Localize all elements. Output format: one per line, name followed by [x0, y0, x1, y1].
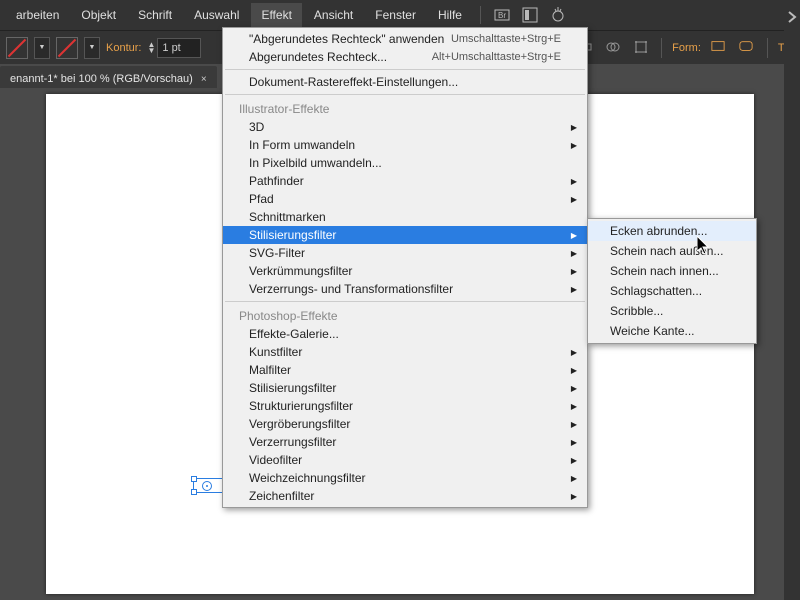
dd-section-photoshop: Photoshop-Effekte — [223, 305, 587, 325]
stroke-weight-input[interactable] — [157, 38, 201, 58]
dd-label: Vergröberungsfilter — [249, 417, 350, 431]
stroke-swatch[interactable] — [56, 37, 78, 59]
sel-handle-sw[interactable] — [191, 489, 197, 495]
dd-label: Verzerrungs- und Transformationsfilter — [249, 282, 453, 296]
dd-label: "Abgerundetes Rechteck" anwenden — [249, 32, 444, 46]
menu-arbeiten[interactable]: arbeiten — [6, 3, 69, 27]
menu-hilfe[interactable]: Hilfe — [428, 3, 472, 27]
dd-label: Abgerundetes Rechteck... — [249, 50, 387, 64]
dd-ill-item-8[interactable]: Verkrümmungsfilter — [223, 262, 587, 280]
dd-ps-item-0[interactable]: Effekte-Galerie... — [223, 325, 587, 343]
dd-section-illustrator: Illustrator-Effekte — [223, 98, 587, 118]
stroke-weight-stepper[interactable]: ▲▼ — [147, 38, 201, 58]
dd-label: Pfad — [249, 192, 274, 206]
dd-ill-item-4[interactable]: Pfad — [223, 190, 587, 208]
dd-ps-item-8[interactable]: Weichzeichnungsfilter — [223, 469, 587, 487]
menu-auswahl[interactable]: Auswahl — [184, 3, 249, 27]
stroke-dropdown[interactable]: ▼ — [84, 37, 100, 59]
dd-apply-last[interactable]: "Abgerundetes Rechteck" anwenden Umschal… — [223, 30, 587, 48]
dd-ps-item-7[interactable]: Videofilter — [223, 451, 587, 469]
dd-ill-item-9[interactable]: Verzerrungs- und Transformationsfilter — [223, 280, 587, 298]
stilisierung-submenu: Ecken abrunden...Schein nach außen...Sch… — [587, 218, 757, 344]
dd-label: Schnittmarken — [249, 210, 326, 224]
dd-label: Videofilter — [249, 453, 302, 467]
dd-label: SVG-Filter — [249, 246, 305, 260]
menu-objekt[interactable]: Objekt — [71, 3, 126, 27]
submenu-item-1[interactable]: Schein nach außen... — [588, 241, 756, 261]
bridge-icon[interactable]: Br — [493, 6, 511, 24]
dd-label: Strukturierungsfilter — [249, 399, 353, 413]
menu-ansicht[interactable]: Ansicht — [304, 3, 363, 27]
dd-ps-item-1[interactable]: Kunstfilter — [223, 343, 587, 361]
arrange-docs-icon[interactable] — [521, 6, 539, 24]
submenu-item-4[interactable]: Scribble... — [588, 301, 756, 321]
dd-separator — [225, 301, 585, 302]
dd-ill-item-0[interactable]: 3D — [223, 118, 587, 136]
panel-toggle-icon[interactable] — [785, 10, 799, 24]
dd-label: Effekte-Galerie... — [249, 327, 339, 341]
close-tab-icon[interactable]: × — [201, 74, 207, 85]
dd-label: In Pixelbild umwandeln... — [249, 156, 382, 170]
tab-title: enannt-1* bei 100 % (RGB/Vorschau) — [10, 73, 193, 85]
menubar-separator — [480, 6, 481, 24]
shape-mode-icon[interactable] — [605, 39, 623, 57]
menu-schrift[interactable]: Schrift — [128, 3, 182, 27]
fill-dropdown[interactable]: ▼ — [34, 37, 50, 59]
shape-rect-icon[interactable] — [711, 39, 729, 57]
submenu-item-2[interactable]: Schein nach innen... — [588, 261, 756, 281]
dd-ill-item-6[interactable]: Stilisierungsfilter — [223, 226, 587, 244]
kontur-label: Kontur: — [106, 42, 141, 54]
dd-ps-item-5[interactable]: Vergröberungsfilter — [223, 415, 587, 433]
dd-last-effect[interactable]: Abgerundetes Rechteck... Alt+Umschalttas… — [223, 48, 587, 66]
dd-doc-raster[interactable]: Dokument-Rastereffekt-Einstellungen... — [223, 73, 587, 91]
dd-label: Dokument-Rastereffekt-Einstellungen... — [249, 75, 458, 89]
dd-ill-item-1[interactable]: In Form umwandeln — [223, 136, 587, 154]
dd-ps-item-2[interactable]: Malfilter — [223, 361, 587, 379]
dd-label: Kunstfilter — [249, 345, 302, 359]
dd-ill-item-3[interactable]: Pathfinder — [223, 172, 587, 190]
menubar: arbeiten Objekt Schrift Auswahl Effekt A… — [0, 0, 800, 30]
menu-effekt[interactable]: Effekt — [251, 3, 301, 27]
dd-separator — [225, 94, 585, 95]
sel-center-left — [202, 481, 212, 491]
svg-text:Br: Br — [498, 11, 506, 20]
gpu-icon[interactable] — [549, 6, 567, 24]
dd-separator — [225, 69, 585, 70]
fill-swatch[interactable] — [6, 37, 28, 59]
submenu-item-0[interactable]: Ecken abrunden... — [588, 221, 756, 241]
dd-label: In Form umwandeln — [249, 138, 355, 152]
dd-label: Verkrümmungsfilter — [249, 264, 352, 278]
dd-label: 3D — [249, 120, 264, 134]
effekt-dropdown: "Abgerundetes Rechteck" anwenden Umschal… — [222, 27, 588, 508]
dd-label: Stilisierungsfilter — [249, 381, 336, 395]
menu-fenster[interactable]: Fenster — [365, 3, 426, 27]
dd-label: Malfilter — [249, 363, 291, 377]
form-label: Form: — [672, 42, 701, 54]
dd-label: Verzerrungsfilter — [249, 435, 336, 449]
dd-ill-item-7[interactable]: SVG-Filter — [223, 244, 587, 262]
dd-ps-item-4[interactable]: Strukturierungsfilter — [223, 397, 587, 415]
dd-ill-item-5[interactable]: Schnittmarken — [223, 208, 587, 226]
dd-ps-item-6[interactable]: Verzerrungsfilter — [223, 433, 587, 451]
dd-label: Weichzeichnungsfilter — [249, 471, 366, 485]
dd-shortcut: Umschalttaste+Strg+E — [451, 33, 561, 45]
submenu-item-5[interactable]: Weiche Kante... — [588, 321, 756, 341]
dd-ps-item-9[interactable]: Zeichenfilter — [223, 487, 587, 505]
sel-handle-nw[interactable] — [191, 476, 197, 482]
transform-icon[interactable] — [633, 39, 651, 57]
dd-label: Stilisierungsfilter — [249, 228, 336, 242]
right-panel-strip[interactable] — [784, 0, 800, 600]
dd-label: Pathfinder — [249, 174, 304, 188]
dd-shortcut: Alt+Umschalttaste+Strg+E — [432, 51, 561, 63]
dd-ill-item-2[interactable]: In Pixelbild umwandeln... — [223, 154, 587, 172]
dd-label: Zeichenfilter — [249, 489, 314, 503]
document-tab[interactable]: enannt-1* bei 100 % (RGB/Vorschau) × — [0, 66, 217, 88]
shape-roundrect-icon[interactable] — [739, 39, 757, 57]
submenu-item-3[interactable]: Schlagschatten... — [588, 281, 756, 301]
dd-ps-item-3[interactable]: Stilisierungsfilter — [223, 379, 587, 397]
